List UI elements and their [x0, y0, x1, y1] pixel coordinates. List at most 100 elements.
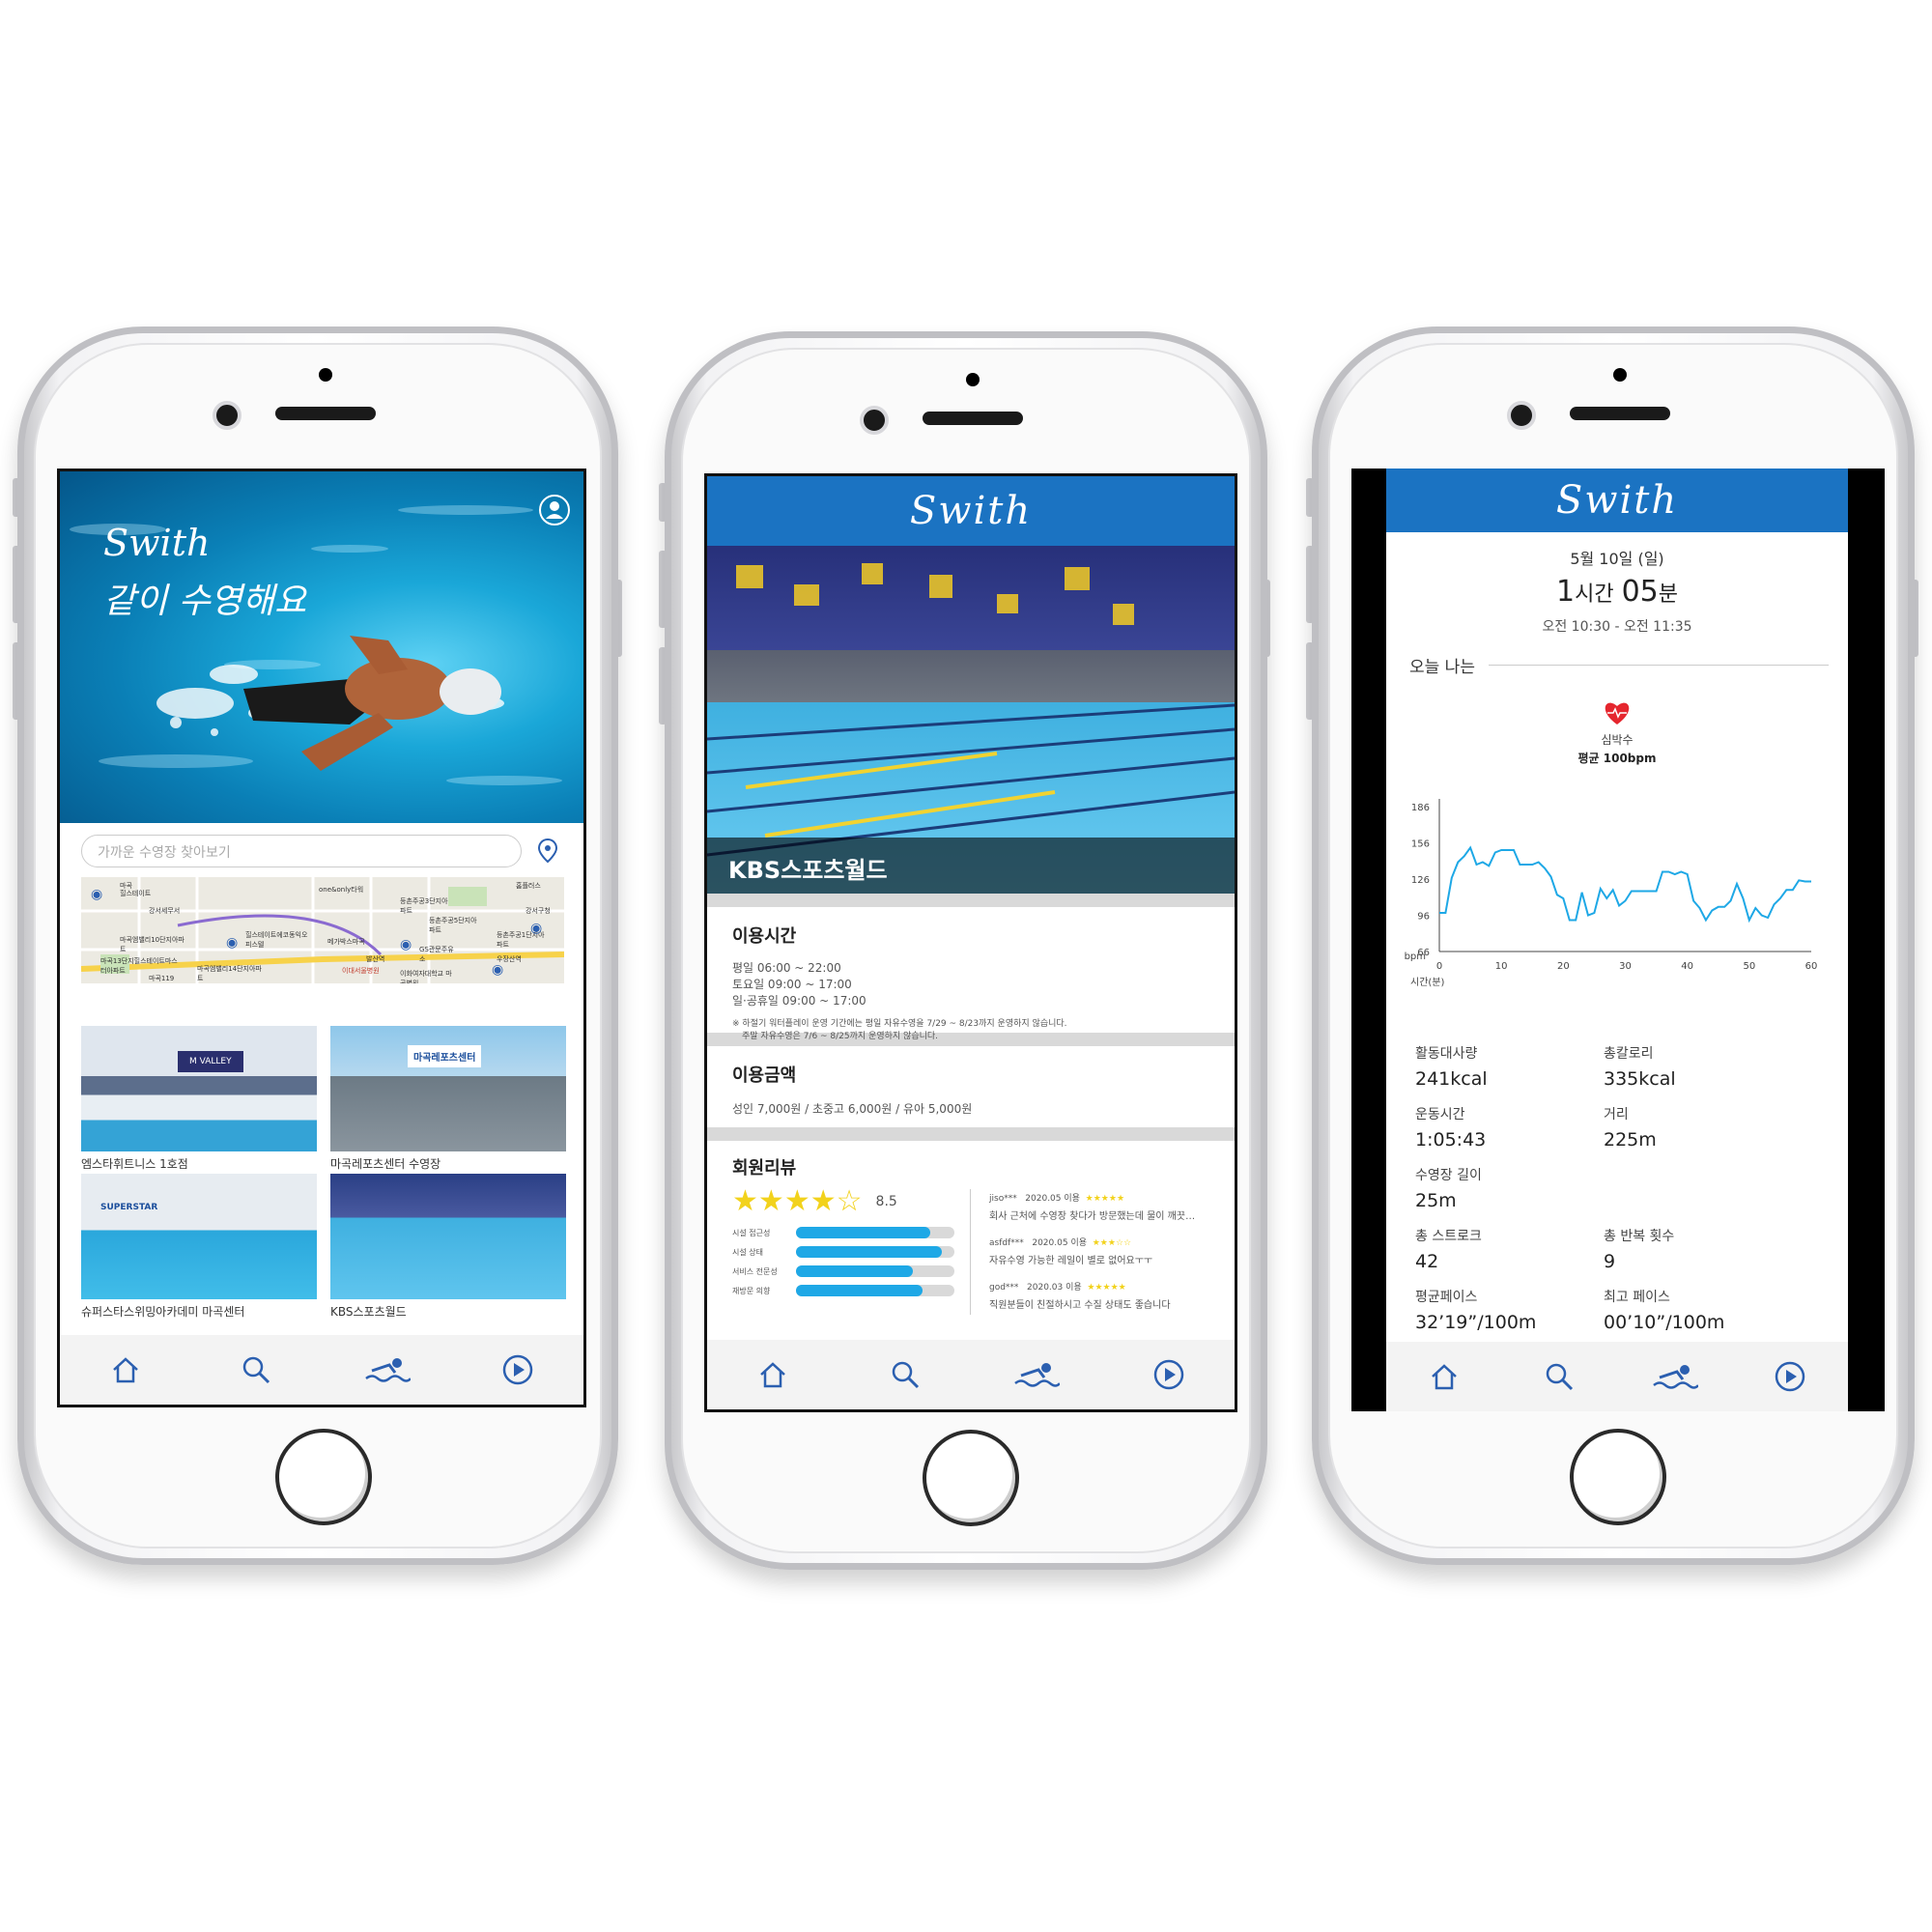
- swimmer-icon[interactable]: [1651, 1352, 1699, 1401]
- bottom-nav: [707, 1340, 1235, 1409]
- swimmer-icon[interactable]: [363, 1346, 412, 1394]
- earpiece-speaker: [923, 412, 1023, 425]
- phone-1-screen: Swith 같이 수영해요 가까운 수영장 찾아보기 마곡 힐스테이트 one&…: [57, 469, 586, 1407]
- map-label: GS관문주유소: [419, 946, 454, 963]
- map-label: 마곡엠밸리14단지아파트: [197, 965, 262, 982]
- hours-line: 평일 06:00 ~ 22:00: [732, 961, 841, 975]
- pool-card[interactable]: M VALLEY 엠스타휘트니스 1호점: [81, 1026, 317, 1171]
- phone-2-screen: Swith KBS스포츠월드 이용시간 평일 06:00 ~ 22:00 토요일…: [704, 473, 1237, 1412]
- review-item[interactable]: god*** 2020.03 이용 ★★★★★ 직원분들이 친절하시고 수질 상…: [989, 1280, 1221, 1324]
- profile-icon[interactable]: [539, 495, 570, 526]
- workout-stats: 활동대사량 241kcal 총칼로리 335kcal 운동시간 1:05:43 거리 225m…: [1415, 1043, 1821, 1348]
- section-divider: [707, 1127, 1235, 1141]
- pool-name: KBS스포츠월드: [330, 1305, 407, 1319]
- pool-sign: 마곡레포츠센터: [408, 1045, 482, 1067]
- proximity-sensor: [319, 368, 332, 382]
- map-label: 힐스테이트에코동익오피스텔: [245, 931, 308, 949]
- price-text: 성인 7,000원 / 초중고 6,000원 / 유아 5,000원: [732, 1102, 973, 1116]
- review-text: 자유수영 가능한 레일이 별로 없어요ㅜㅜ: [989, 1256, 1153, 1266]
- swimmer-icon[interactable]: [1012, 1350, 1061, 1399]
- reviews-title: 회원리뷰: [732, 1158, 797, 1179]
- stat-label: 평균페이스: [1415, 1290, 1478, 1305]
- map-marker-icon[interactable]: ◉: [492, 962, 503, 978]
- workout-time-range: 오전 10:30 - 오전 11:35: [1542, 619, 1692, 635]
- map-label: 홈플러스: [516, 882, 541, 890]
- search-icon[interactable]: [232, 1346, 280, 1394]
- home-button[interactable]: [923, 1430, 1019, 1526]
- phone-1-frame: Swith 같이 수영해요 가까운 수영장 찾아보기 마곡 힐스테이트 one&…: [17, 327, 618, 1565]
- map-marker-icon[interactable]: ◉: [226, 935, 238, 951]
- rating-bar-label: 서비스 전문성: [732, 1266, 778, 1276]
- phone-3-frame: Swith 5월 10일 (일) 1시간 05분 오전 10:30 - 오전 11…: [1312, 327, 1915, 1565]
- home-icon[interactable]: [749, 1350, 797, 1399]
- map-label: 마곡엠밸리10단지아파트: [120, 936, 185, 953]
- pool-name: 마곡레포츠센터 수영장: [330, 1157, 441, 1171]
- duration-minutes: 05: [1621, 575, 1659, 609]
- map-label: 마곡119: [149, 975, 175, 982]
- earpiece-speaker: [1570, 407, 1670, 420]
- review-item[interactable]: jiso*** 2020.05 이용 ★★★★★ 회사 근처에 수영장 찾다가 …: [989, 1191, 1221, 1236]
- review-stars: ★★★★★: [1087, 1283, 1126, 1293]
- stat-label: 총 반복 횟수: [1604, 1229, 1675, 1244]
- workout-duration: 1시간 05분: [1386, 575, 1848, 609]
- map-label: one&only타워: [319, 886, 364, 894]
- map-marker-icon[interactable]: ◉: [530, 921, 542, 936]
- stat-row: 평균페이스 32’19”/100m 최고 페이스 00’10”/100m: [1415, 1287, 1821, 1348]
- reviews-section: 회원리뷰 ★ ★ ★ ★ ☆ 8.5 시설 접근성 시설 상태 서비스 전문성 재방문 의향 …: [707, 1141, 1235, 1324]
- map-label: 이화여자대학교 마곡병원: [400, 970, 452, 983]
- map-pin-icon[interactable]: [533, 837, 562, 866]
- pool-sign: SUPERSTAR: [100, 1203, 158, 1212]
- proximity-sensor: [966, 373, 980, 386]
- stat-cell: [1604, 1165, 1792, 1226]
- review-stars: ★★★★★: [1085, 1194, 1125, 1204]
- hours-title: 이용시간: [732, 926, 797, 947]
- rating-stars: ★ ★ ★ ★ ☆: [732, 1187, 863, 1216]
- play-icon[interactable]: [1145, 1350, 1193, 1399]
- stat-cell: 평균페이스 32’19”/100m: [1415, 1287, 1604, 1348]
- play-icon[interactable]: [494, 1346, 542, 1394]
- pool-hero-photo: KBS스포츠월드: [707, 546, 1235, 894]
- map-label: 등촌주공3단지아파트: [400, 897, 448, 915]
- chart-y-tick-label: 186: [1411, 803, 1430, 813]
- hero-brand: Swith: [103, 522, 211, 564]
- review-date: 2020.03 이용: [1027, 1283, 1082, 1293]
- map-marker-icon[interactable]: ◉: [91, 887, 102, 902]
- stat-row: 수영장 길이 25m: [1415, 1165, 1821, 1226]
- search-icon[interactable]: [1535, 1352, 1583, 1401]
- home-icon[interactable]: [101, 1346, 150, 1394]
- pool-card[interactable]: SUPERSTAR 슈퍼스타스위밍아카데미 마곡센터: [81, 1174, 317, 1319]
- proximity-sensor: [1613, 368, 1627, 382]
- stat-cell: 수영장 길이 25m: [1415, 1165, 1604, 1226]
- price-section: 이용금액 성인 7,000원 / 초중고 6,000원 / 유아 5,000원: [707, 1046, 1235, 1127]
- pool-card[interactable]: 마곡레포츠센터 마곡레포츠센터 수영장: [330, 1026, 566, 1171]
- map-label: 이대서울병원: [342, 967, 380, 975]
- stat-value: 225m: [1604, 1129, 1657, 1151]
- review-date: 2020.05 이용: [1032, 1238, 1087, 1248]
- pool-title: KBS스포츠월드: [728, 857, 888, 884]
- hours-line: 일·공휴일 09:00 ~ 17:00: [732, 994, 867, 1008]
- star-filled-icon: ★: [757, 1184, 784, 1218]
- play-icon[interactable]: [1766, 1352, 1814, 1401]
- review-list-divider: [970, 1189, 971, 1315]
- stat-value: 1:05:43: [1415, 1129, 1487, 1151]
- duration-minutes-unit: 분: [1658, 582, 1678, 607]
- search-input[interactable]: 가까운 수영장 찾아보기: [81, 835, 522, 867]
- review-item[interactable]: asfdf*** 2020.05 이용 ★★★☆☆ 자유수영 가능한 레일이 별…: [989, 1236, 1221, 1280]
- chart-y-label: bpm: [1405, 952, 1426, 962]
- stat-label: 거리: [1604, 1107, 1629, 1122]
- home-icon[interactable]: [1420, 1352, 1468, 1401]
- map-marker-icon[interactable]: ◉: [400, 937, 412, 952]
- home-button[interactable]: [275, 1429, 372, 1525]
- home-button[interactable]: [1570, 1429, 1666, 1525]
- workout-date: 5월 10일 (일): [1570, 550, 1664, 568]
- duration-hours-unit: 시간: [1575, 582, 1614, 607]
- chart-x-tick-label: 30: [1619, 961, 1632, 972]
- pool-card[interactable]: KBS스포츠월드: [330, 1174, 566, 1319]
- nearby-map[interactable]: 마곡 힐스테이트 one&only타워 강서세무서 마곡엠밸리10단지아파트 힐…: [81, 877, 564, 983]
- chart-x-tick-label: 40: [1681, 961, 1693, 972]
- stat-value: 241kcal: [1415, 1068, 1488, 1090]
- chart-y-tick-label: 126: [1411, 875, 1430, 886]
- heart-rate-chart: 18615612696660 10 20 30 40 50 60bpm시간(분): [1405, 799, 1817, 988]
- stat-label: 수영장 길이: [1415, 1168, 1482, 1183]
- search-icon[interactable]: [881, 1350, 929, 1399]
